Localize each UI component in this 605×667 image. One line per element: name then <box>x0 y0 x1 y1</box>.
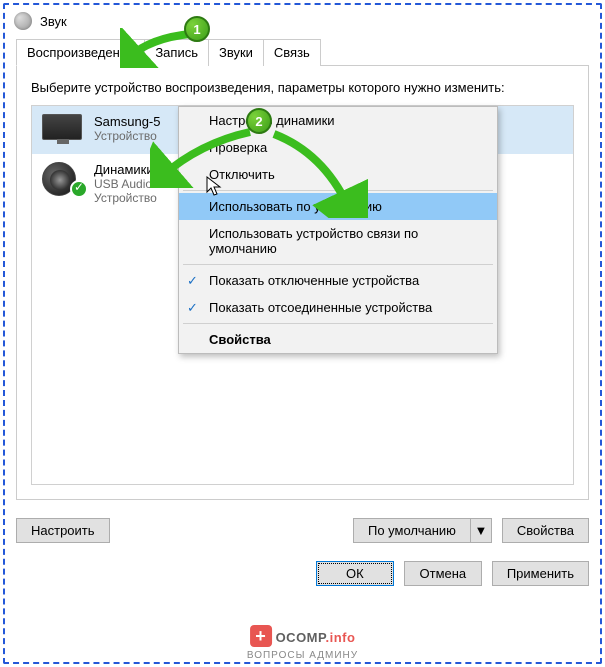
device-list[interactable]: Samsung-5 Устройство Динамики USB Audio … <box>31 105 574 485</box>
watermark-subtitle: ВОПРОСЫ АДМИНУ <box>247 650 358 661</box>
annotation-badge-1: 1 <box>184 16 210 42</box>
device-sub: Устройство <box>94 191 157 205</box>
cm-test[interactable]: Проверка <box>179 134 497 161</box>
tab-communications[interactable]: Связь <box>263 39 321 66</box>
instruction-text: Выберите устройство воспроизведения, пар… <box>31 80 574 95</box>
cm-set-default-comm[interactable]: Использовать устройство связи по умолчан… <box>179 220 497 262</box>
cm-separator <box>183 264 493 265</box>
annotation-badge-2: 2 <box>246 108 272 134</box>
context-menu: Настроить динамики Проверка Отключить Ис… <box>178 106 498 354</box>
cm-show-disconnected[interactable]: Показать отсоединенные устройства <box>179 294 497 321</box>
sound-dialog: Звук Воспроизведение Запись Звуки Связь … <box>4 4 601 663</box>
cm-disable[interactable]: Отключить <box>179 161 497 188</box>
cm-properties[interactable]: Свойства <box>179 326 497 353</box>
device-sub: USB Audio <box>94 177 157 191</box>
tab-panel: Выберите устройство воспроизведения, пар… <box>16 65 589 500</box>
cancel-button[interactable]: Отмена <box>404 561 482 586</box>
watermark-text: OCOMP.info <box>276 626 356 647</box>
cm-separator <box>183 323 493 324</box>
device-text: Samsung-5 Устройство <box>94 114 160 143</box>
monitor-icon <box>42 114 84 146</box>
cm-separator <box>183 190 493 191</box>
watermark: + OCOMP.info <box>250 625 356 647</box>
apply-button[interactable]: Применить <box>492 561 589 586</box>
tabs: Воспроизведение Запись Звуки Связь <box>4 39 601 66</box>
default-check-icon <box>70 180 88 198</box>
cm-set-default[interactable]: Использовать по умолчанию <box>179 193 497 220</box>
titlebar: Звук <box>4 4 601 38</box>
device-name: Samsung-5 <box>94 114 160 129</box>
device-name: Динамики <box>94 162 157 177</box>
default-dropdown[interactable]: ▼ <box>470 518 492 543</box>
properties-button[interactable]: Свойства <box>502 518 589 543</box>
cm-show-disabled[interactable]: Показать отключенные устройства <box>179 267 497 294</box>
panel-buttons: Настроить По умолчанию ▼ Свойства <box>4 512 601 553</box>
tab-playback[interactable]: Воспроизведение <box>16 39 145 66</box>
configure-button[interactable]: Настроить <box>16 518 110 543</box>
window-title: Звук <box>40 14 67 29</box>
speaker-icon <box>42 162 84 194</box>
device-sub: Устройство <box>94 129 160 143</box>
watermark-plus-icon: + <box>250 625 272 647</box>
cm-configure-speakers[interactable]: Настроить динамики <box>179 107 497 134</box>
default-split-button[interactable]: По умолчанию ▼ <box>353 518 492 543</box>
tab-sounds[interactable]: Звуки <box>208 39 264 66</box>
sound-icon <box>14 12 32 30</box>
ok-button[interactable]: ОК <box>316 561 394 586</box>
tab-recording[interactable]: Запись <box>144 39 209 66</box>
device-text: Динамики USB Audio Устройство <box>94 162 157 205</box>
default-button[interactable]: По умолчанию <box>353 518 470 543</box>
dialog-buttons: ОК Отмена Применить <box>4 553 601 598</box>
